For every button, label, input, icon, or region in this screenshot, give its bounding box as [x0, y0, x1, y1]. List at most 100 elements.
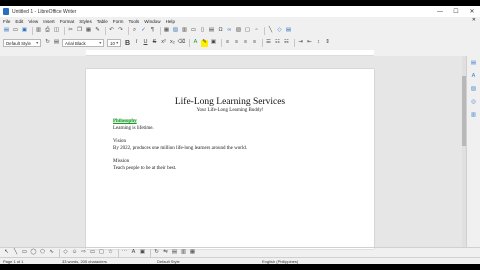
export-pdf-icon[interactable]: ▥	[35, 28, 42, 35]
manage-changes-icon[interactable]: ▥	[470, 111, 477, 118]
block-arrows-icon[interactable]: ⇨	[80, 249, 87, 256]
polygon-icon[interactable]: ⬠	[39, 249, 46, 256]
page-count[interactable]: Page 1 of 1	[3, 259, 23, 264]
undo-icon[interactable]: ↶	[108, 28, 115, 35]
document-page[interactable]: Life-Long Learning Services Your Life-Lo…	[86, 69, 374, 249]
update-style-icon[interactable]: ↻	[44, 40, 51, 47]
language[interactable]: English (Philippines)	[262, 259, 298, 264]
increase-indent-icon[interactable]: ⇥	[297, 40, 304, 47]
menu-form[interactable]: Form	[113, 19, 124, 24]
flowchart-icon[interactable]: ▭	[89, 249, 96, 256]
new-style-icon[interactable]: ▤	[53, 40, 60, 47]
hyperlink-icon[interactable]: ∞	[226, 28, 233, 35]
menu-insert[interactable]: Insert	[43, 19, 55, 24]
menu-format[interactable]: Format	[60, 19, 75, 24]
menu-window[interactable]: Window	[144, 19, 160, 24]
fontwork-icon[interactable]: A	[130, 249, 137, 256]
menu-edit[interactable]: Edit	[15, 19, 23, 24]
font-color-icon[interactable]: A	[192, 40, 199, 47]
styles-icon[interactable]: A	[470, 72, 477, 79]
superscript-icon[interactable]: x²	[160, 40, 167, 47]
select-icon[interactable]: ↖	[3, 249, 10, 256]
cut-icon[interactable]: ✂	[67, 28, 74, 35]
paste-icon[interactable]: ▦	[85, 28, 92, 35]
save-icon[interactable]: ▣	[21, 28, 28, 35]
redo-icon[interactable]: ↷	[117, 28, 124, 35]
highlight-icon[interactable]: ✎	[201, 39, 208, 47]
page-style[interactable]: Default Style	[157, 259, 180, 264]
stars-icon[interactable]: ☆	[107, 249, 114, 256]
menu-help[interactable]: Help	[166, 19, 175, 24]
find-replace-icon[interactable]: ⌕	[131, 28, 138, 35]
character-shading-icon[interactable]: ▣	[210, 40, 217, 47]
numbered-list-icon[interactable]: ☷	[274, 40, 281, 47]
new-document-icon[interactable]: ▤	[3, 28, 10, 35]
insert-form-icon[interactable]: ▤	[285, 28, 292, 35]
rotate-icon[interactable]: ↻	[153, 249, 160, 256]
word-count[interactable]: 33 words, 205 characters	[62, 259, 107, 264]
chart-icon[interactable]: ▥	[181, 28, 188, 35]
font-size-select[interactable]: 10 ▼	[107, 39, 121, 47]
spelling-icon[interactable]: ✓	[140, 28, 147, 35]
underline-icon[interactable]: U	[142, 40, 149, 47]
paragraph-style-select[interactable]: Default Style ▼	[3, 39, 41, 47]
close-button[interactable]: ✕	[464, 6, 480, 17]
italic-icon[interactable]: I	[133, 40, 140, 47]
align-right-icon[interactable]: ≡	[242, 40, 249, 47]
print-icon[interactable]: ⎙	[44, 28, 51, 35]
menu-table[interactable]: Table	[97, 19, 108, 24]
text-box-icon[interactable]: ▭	[190, 28, 197, 35]
minimize-button[interactable]: —	[432, 6, 448, 17]
clone-formatting-icon[interactable]: ✎	[94, 28, 101, 35]
callouts-icon[interactable]: ▢	[98, 249, 105, 256]
subscript-icon[interactable]: x₂	[169, 40, 176, 47]
decrease-indent-icon[interactable]: ⇤	[306, 40, 313, 47]
ellipse-icon[interactable]: ◯	[30, 249, 37, 256]
bold-icon[interactable]: B	[124, 40, 131, 47]
menu-view[interactable]: View	[28, 19, 38, 24]
flip-icon[interactable]: ⇋	[162, 249, 169, 256]
justify-icon[interactable]: ≡	[251, 40, 258, 47]
line-spacing-icon[interactable]: ↕	[315, 40, 322, 47]
print-preview-icon[interactable]: ◫	[53, 28, 60, 35]
shapes-icon[interactable]: ◇	[276, 28, 283, 35]
bullet-list-icon[interactable]: ☰	[265, 40, 272, 47]
outline-icon[interactable]: ☵	[283, 40, 290, 47]
open-icon[interactable]: ▭	[12, 28, 19, 35]
basic-shapes-icon[interactable]: ◇	[62, 249, 69, 256]
formatting-marks-icon[interactable]: ¶	[149, 28, 156, 35]
align-objects-icon[interactable]: ▤	[171, 249, 178, 256]
field-icon[interactable]: ▤	[208, 28, 215, 35]
line-icon[interactable]: ╲	[267, 28, 274, 35]
toggle-extrusion-icon[interactable]: ▣	[139, 249, 146, 256]
group-icon[interactable]: ▦	[189, 249, 196, 256]
close-document-icon[interactable]: ✕	[472, 17, 476, 23]
strikethrough-icon[interactable]: S	[151, 40, 158, 47]
symbol-shapes-icon[interactable]: ☺	[71, 249, 78, 256]
rectangle-icon[interactable]: ▭	[21, 249, 28, 256]
maximize-button[interactable]: ☐	[448, 6, 464, 17]
menu-styles[interactable]: Styles	[79, 19, 92, 24]
gallery-icon[interactable]: ▨	[470, 85, 477, 92]
page-break-icon[interactable]: ▯	[199, 28, 206, 35]
menu-tools[interactable]: Tools	[128, 19, 139, 24]
font-name-select[interactable]: Arial Black ▼	[62, 39, 104, 47]
menu-file[interactable]: File	[3, 19, 10, 24]
image-icon[interactable]: ▨	[172, 28, 179, 35]
curve-icon[interactable]: ∿	[48, 249, 55, 256]
paragraph-spacing-icon[interactable]: ⇕	[324, 40, 331, 47]
properties-icon[interactable]: ▤	[470, 59, 477, 66]
footnote-icon[interactable]: ▧	[235, 28, 242, 35]
track-changes-icon[interactable]: ▫	[253, 28, 260, 35]
comment-icon[interactable]: ▢	[244, 28, 251, 35]
arrange-icon[interactable]: ▥	[180, 249, 187, 256]
align-center-icon[interactable]: ≡	[233, 40, 240, 47]
copy-icon[interactable]: ❐	[76, 28, 83, 35]
special-character-icon[interactable]: Ω	[217, 28, 224, 35]
points-icon[interactable]: ⋯	[121, 249, 128, 256]
navigator-icon[interactable]: ◎	[470, 98, 477, 105]
line-icon[interactable]: ╲	[12, 249, 19, 256]
clear-formatting-icon[interactable]: ⌫	[178, 40, 186, 47]
align-left-icon[interactable]: ≡	[224, 40, 231, 47]
table-icon[interactable]: ▦	[163, 28, 170, 35]
